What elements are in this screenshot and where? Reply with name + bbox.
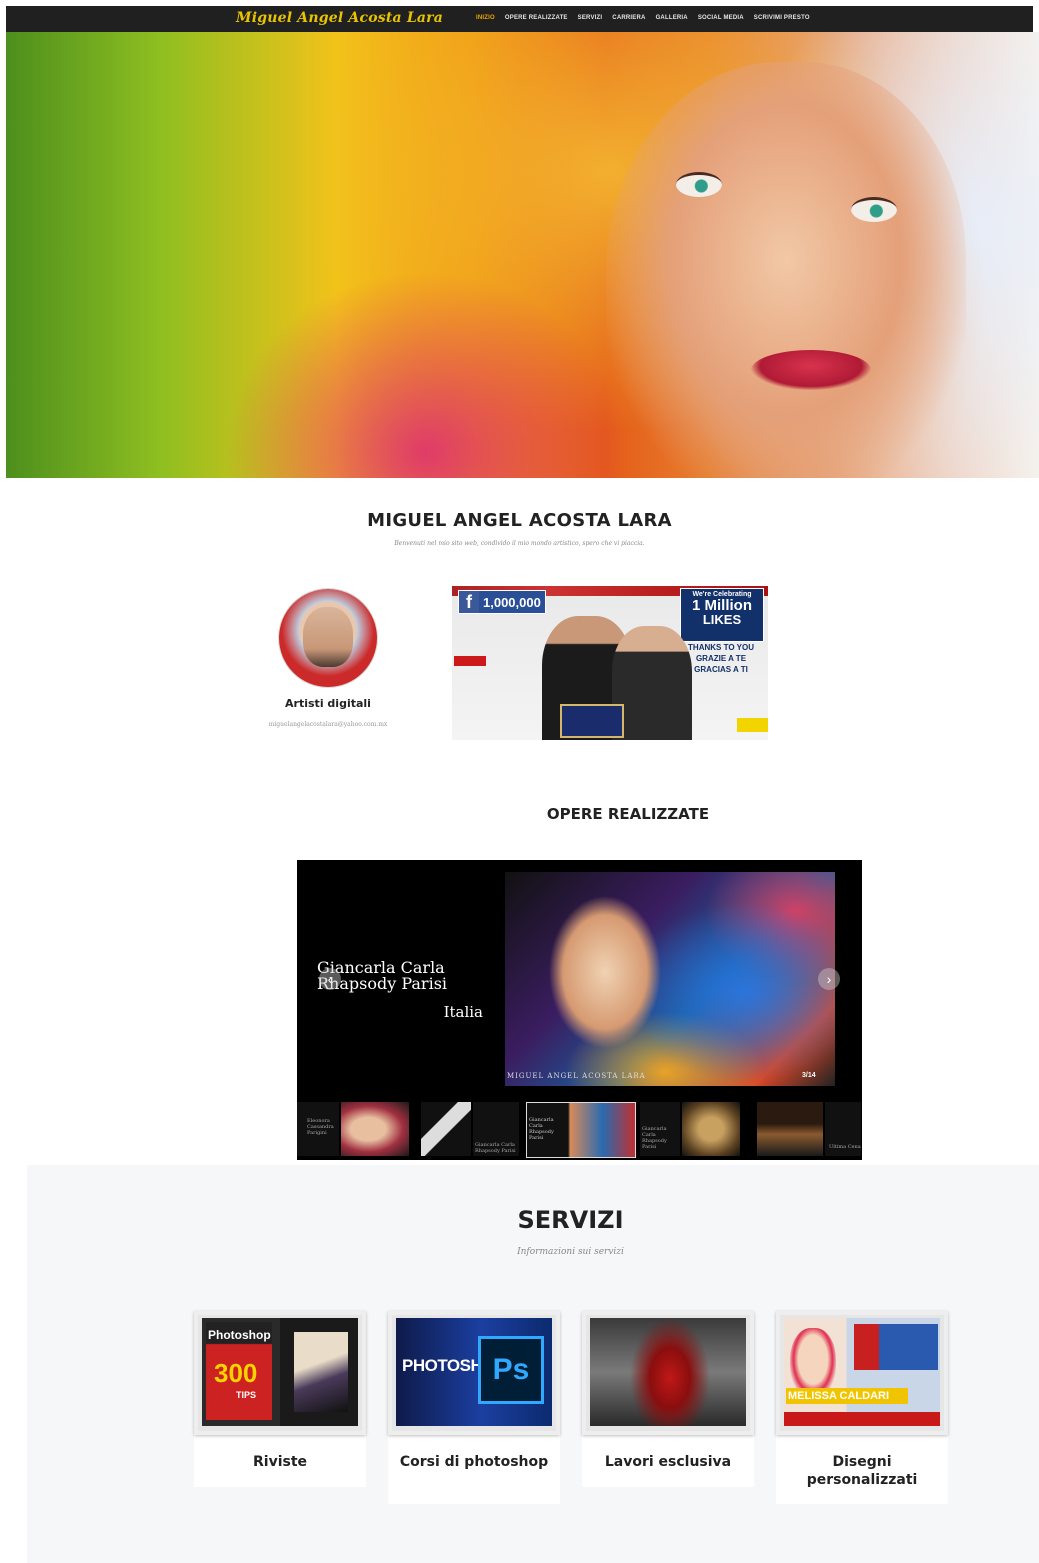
brand-logo[interactable]: Miguel Angel Acosta Lara [236,10,443,26]
slide-image-signature: MIGUEL ANGEL ACOSTA LARA [507,1072,646,1080]
magazine-covers: Photoshop 300 TIPS [202,1318,358,1426]
nav-item-opere-realizzate[interactable]: OPERE REALIZZATE [505,15,568,21]
page-title: MIGUEL ANGEL ACOSTA LARA [367,510,672,531]
avatar [279,589,377,687]
hero-eye-left [676,172,722,197]
service-card-label: Riviste [252,1454,308,1470]
celebrate-sign: We're Celebrating 1 Million LIKES [680,588,764,642]
section-title-servizi: SERVIZI [517,1206,624,1234]
facebook-icon: f [459,591,479,613]
thumbnail-caption: Giancarla Carla Rhapsody Parisi [529,1117,554,1141]
slider-thumbnails: Eleonora Cassandra Parigini Giancarla Ca… [297,1098,862,1160]
nav-item-scrivimi-presto[interactable]: SCRIVIMI PRESTO [754,15,810,21]
magazine-number: 300 [214,1358,258,1388]
thumbnail[interactable] [682,1102,740,1156]
nav-item-carriera[interactable]: CARRIERA [612,15,645,21]
profile-email-link[interactable]: miguelangelacostalara@yahoo.com.mx [236,721,420,728]
service-card-image [582,1311,754,1435]
celebrate-big-text: 1 Million [692,597,752,614]
slider-prev-arrow-icon[interactable]: ‹ [319,968,341,990]
top-navbar: Miguel Angel Acosta Lara INIZIO OPERE RE… [6,6,1033,32]
magazine-title: Photoshop [208,1328,271,1342]
thumbnail[interactable]: Eleonora Cassandra Parigini [297,1102,339,1156]
slide-artwork-image[interactable] [505,872,835,1086]
thumbnail-caption: Ultima Cena [829,1144,861,1150]
poster-banner [854,1324,938,1370]
ps-logo-icon: Ps [478,1336,544,1404]
facebook-likes-count: 1,000,000 [483,594,541,610]
page-subtitle: Benvenuti nel mio sito web, condivido il… [394,540,645,547]
award-plaque [560,704,624,738]
exclusive-artwork-image [590,1318,746,1426]
magazine-cover [294,1332,348,1412]
custom-design-image: MELISSA CALDARI [784,1318,940,1426]
celebrate-likes-text: LIKES [702,612,742,627]
poster-footer [784,1412,940,1426]
artwork-slider[interactable]: Giancarla Carla Rhapsody Parisi Italia M… [297,860,862,1160]
service-card-disegni-personalizzati[interactable]: MELISSA CALDARI Disegni personalizzati [776,1311,948,1504]
profile-role: Artisti digitali [285,697,371,710]
avatar-face [303,607,353,667]
section-title-opere: OPERE REALIZZATE [546,805,710,823]
thumbnail[interactable]: Ultima Cena [825,1102,861,1156]
person-figure [612,626,692,740]
magazine-cover: Photoshop 300 TIPS [206,1322,272,1420]
thumbnail[interactable]: Giancarla Carla Rhapsody Parisi [473,1102,519,1156]
thanks-line-en: THANKS TO YOU [688,643,754,652]
event-photo: f 1,000,000 We're Celebrating 1 Million … [452,586,768,740]
hero-lips [751,350,871,390]
thumbnail[interactable] [421,1102,471,1156]
thumbnail-caption: Giancarla Carla Rhapsody Parisi [642,1126,667,1150]
sponsor-logo [454,656,486,666]
thumbnail-caption: Giancarla Carla Rhapsody Parisi [475,1142,516,1154]
hero-artwork-image [6,32,1039,478]
nav-item-galleria[interactable]: GALLERIA [656,15,688,21]
thumbnail-active[interactable]: Giancarla Carla Rhapsody Parisi [526,1102,636,1158]
service-card-image: PHOTOSHOP Ps [388,1311,560,1435]
hero-face [606,62,966,478]
service-card-label: Corsi di photoshop [399,1454,549,1470]
facebook-likes-badge: f 1,000,000 [458,590,546,614]
nav-item-inizio[interactable]: INIZIO [476,15,495,21]
section-subtitle-servizi: Informazioni sui servizi [517,1247,624,1257]
thumbnail[interactable] [757,1102,823,1156]
slide-country: Italia [443,1003,483,1021]
service-card-image: Photoshop 300 TIPS [194,1311,366,1435]
service-card-label: Lavori esclusiva [604,1454,732,1470]
nav-item-servizi[interactable]: SERVIZI [578,15,603,21]
service-card-riviste[interactable]: Photoshop 300 TIPS Riviste [194,1311,366,1487]
service-card-label: Disegni personalizzati [806,1454,918,1488]
hero-eye-right [851,197,897,222]
service-card-image: MELISSA CALDARI [776,1311,948,1435]
slide-caption: Giancarla Carla Rhapsody Parisi Italia [317,960,487,1021]
poster-name: MELISSA CALDARI [786,1388,908,1404]
nav-item-social-media[interactable]: SOCIAL MEDIA [698,15,744,21]
service-card-corsi-photoshop[interactable]: PHOTOSHOP Ps Corsi di photoshop [388,1311,560,1504]
service-card-lavori-esclusiva[interactable]: Lavori esclusiva [582,1311,754,1487]
main-menu: INIZIO OPERE REALIZZATE SERVIZI CARRIERA… [476,15,810,21]
photoshop-image: PHOTOSHOP Ps [396,1318,552,1426]
thumbnail-caption: Eleonora Cassandra Parigini [307,1118,334,1136]
thumbnail[interactable]: Giancarla Carla Rhapsody Parisi [640,1102,680,1156]
sponsor-logo [737,718,768,732]
slider-next-arrow-icon[interactable]: › [818,968,840,990]
slide-counter: 3/14 [802,1072,816,1079]
thumbnail[interactable] [341,1102,409,1156]
magazine-tips: TIPS [236,1390,257,1400]
